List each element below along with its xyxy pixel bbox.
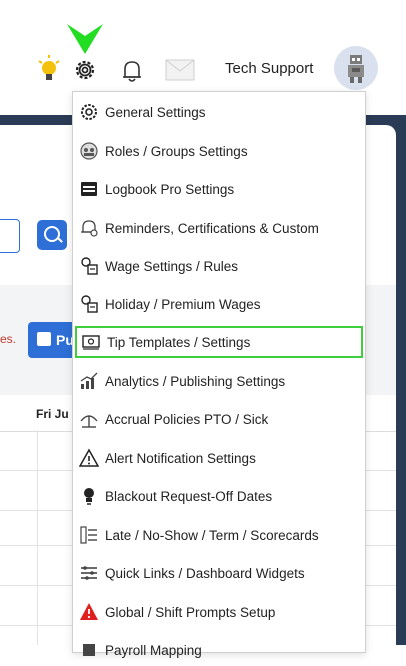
notice-text: es. xyxy=(0,332,17,346)
menu-item-blackout-dates[interactable]: Blackout Request-Off Dates xyxy=(75,480,363,512)
menu-item-label: Global / Shift Prompts Setup xyxy=(105,604,276,620)
publish-button[interactable]: Pu xyxy=(28,322,76,358)
logbook-icon xyxy=(81,182,97,196)
menu-item-wage-settings[interactable]: Wage Settings / Rules xyxy=(75,250,363,282)
menu-item-label: Roles / Groups Settings xyxy=(105,143,248,159)
avatar[interactable] xyxy=(334,46,378,90)
tip-icon xyxy=(82,335,100,350)
reminder-icon xyxy=(81,220,98,237)
menu-item-alert-notifications[interactable]: Alert Notification Settings xyxy=(75,442,363,474)
menu-item-label: Tip Templates / Settings xyxy=(107,334,251,350)
roles-icon xyxy=(80,142,98,160)
menu-item-label: Reminders, Certifications & Custom xyxy=(105,220,319,236)
search-button[interactable] xyxy=(37,220,67,250)
wage-icon xyxy=(81,257,98,275)
grid-line xyxy=(37,430,38,645)
menu-item-label: Analytics / Publishing Settings xyxy=(105,373,286,389)
date-input[interactable] xyxy=(0,219,20,253)
menu-item-label: Wage Settings / Rules xyxy=(105,258,239,274)
user-name[interactable]: Tech Support xyxy=(225,60,313,77)
menu-item-roles-groups[interactable]: Roles / Groups Settings xyxy=(75,135,363,167)
mail-icon[interactable] xyxy=(165,59,195,81)
warning-icon xyxy=(80,603,98,620)
blackout-icon xyxy=(84,488,94,505)
day-column-header: Fri Ju xyxy=(36,407,69,421)
checkbox[interactable] xyxy=(37,332,51,346)
menu-item-label: General Settings xyxy=(105,104,206,120)
analytics-icon xyxy=(80,372,98,389)
quicklinks-icon xyxy=(81,566,97,580)
menu-item-label: Alert Notification Settings xyxy=(105,450,256,466)
holiday-wage-icon xyxy=(81,295,98,313)
settings-dropdown-menu: General Settings Roles / Groups Settings… xyxy=(72,91,366,658)
menu-item-label: Logbook Pro Settings xyxy=(105,181,235,197)
menu-item-label: Blackout Request-Off Dates xyxy=(105,488,273,504)
alert-icon xyxy=(79,448,99,467)
menu-item-global-prompts[interactable]: Global / Shift Prompts Setup xyxy=(75,596,363,628)
menu-item-tip-templates[interactable]: Tip Templates / Settings xyxy=(75,326,363,358)
bell-icon[interactable] xyxy=(120,58,144,84)
robot-avatar-icon xyxy=(348,55,364,83)
payroll-icon xyxy=(83,644,95,656)
lightbulb-icon[interactable] xyxy=(37,53,61,85)
menu-item-late-no-show[interactable]: Late / No-Show / Term / Scorecards xyxy=(75,519,363,551)
menu-item-label: Quick Links / Dashboard Widgets xyxy=(105,565,305,581)
gear-icon[interactable] xyxy=(73,58,97,82)
menu-item-quick-links[interactable]: Quick Links / Dashboard Widgets xyxy=(75,557,363,589)
pointer-arrow-icon xyxy=(67,24,103,54)
menu-item-label: Holiday / Premium Wages xyxy=(105,296,261,312)
menu-item-label: Late / No-Show / Term / Scorecards xyxy=(105,527,319,543)
menu-item-accrual-policies[interactable]: Accrual Policies PTO / Sick xyxy=(75,403,363,435)
scorecard-icon xyxy=(80,526,97,544)
accrual-icon xyxy=(80,415,98,428)
menu-item-holiday-wages[interactable]: Holiday / Premium Wages xyxy=(75,288,363,320)
menu-item-payroll-mapping[interactable]: Payroll Mapping xyxy=(75,634,363,666)
menu-item-reminders[interactable]: Reminders, Certifications & Custom xyxy=(75,212,363,244)
menu-item-logbook-pro[interactable]: Logbook Pro Settings xyxy=(75,173,363,205)
menu-item-analytics[interactable]: Analytics / Publishing Settings xyxy=(75,365,363,397)
gear-icon xyxy=(81,104,97,120)
menu-item-general-settings[interactable]: General Settings xyxy=(75,96,363,128)
menu-item-label: Accrual Policies PTO / Sick xyxy=(105,411,269,427)
